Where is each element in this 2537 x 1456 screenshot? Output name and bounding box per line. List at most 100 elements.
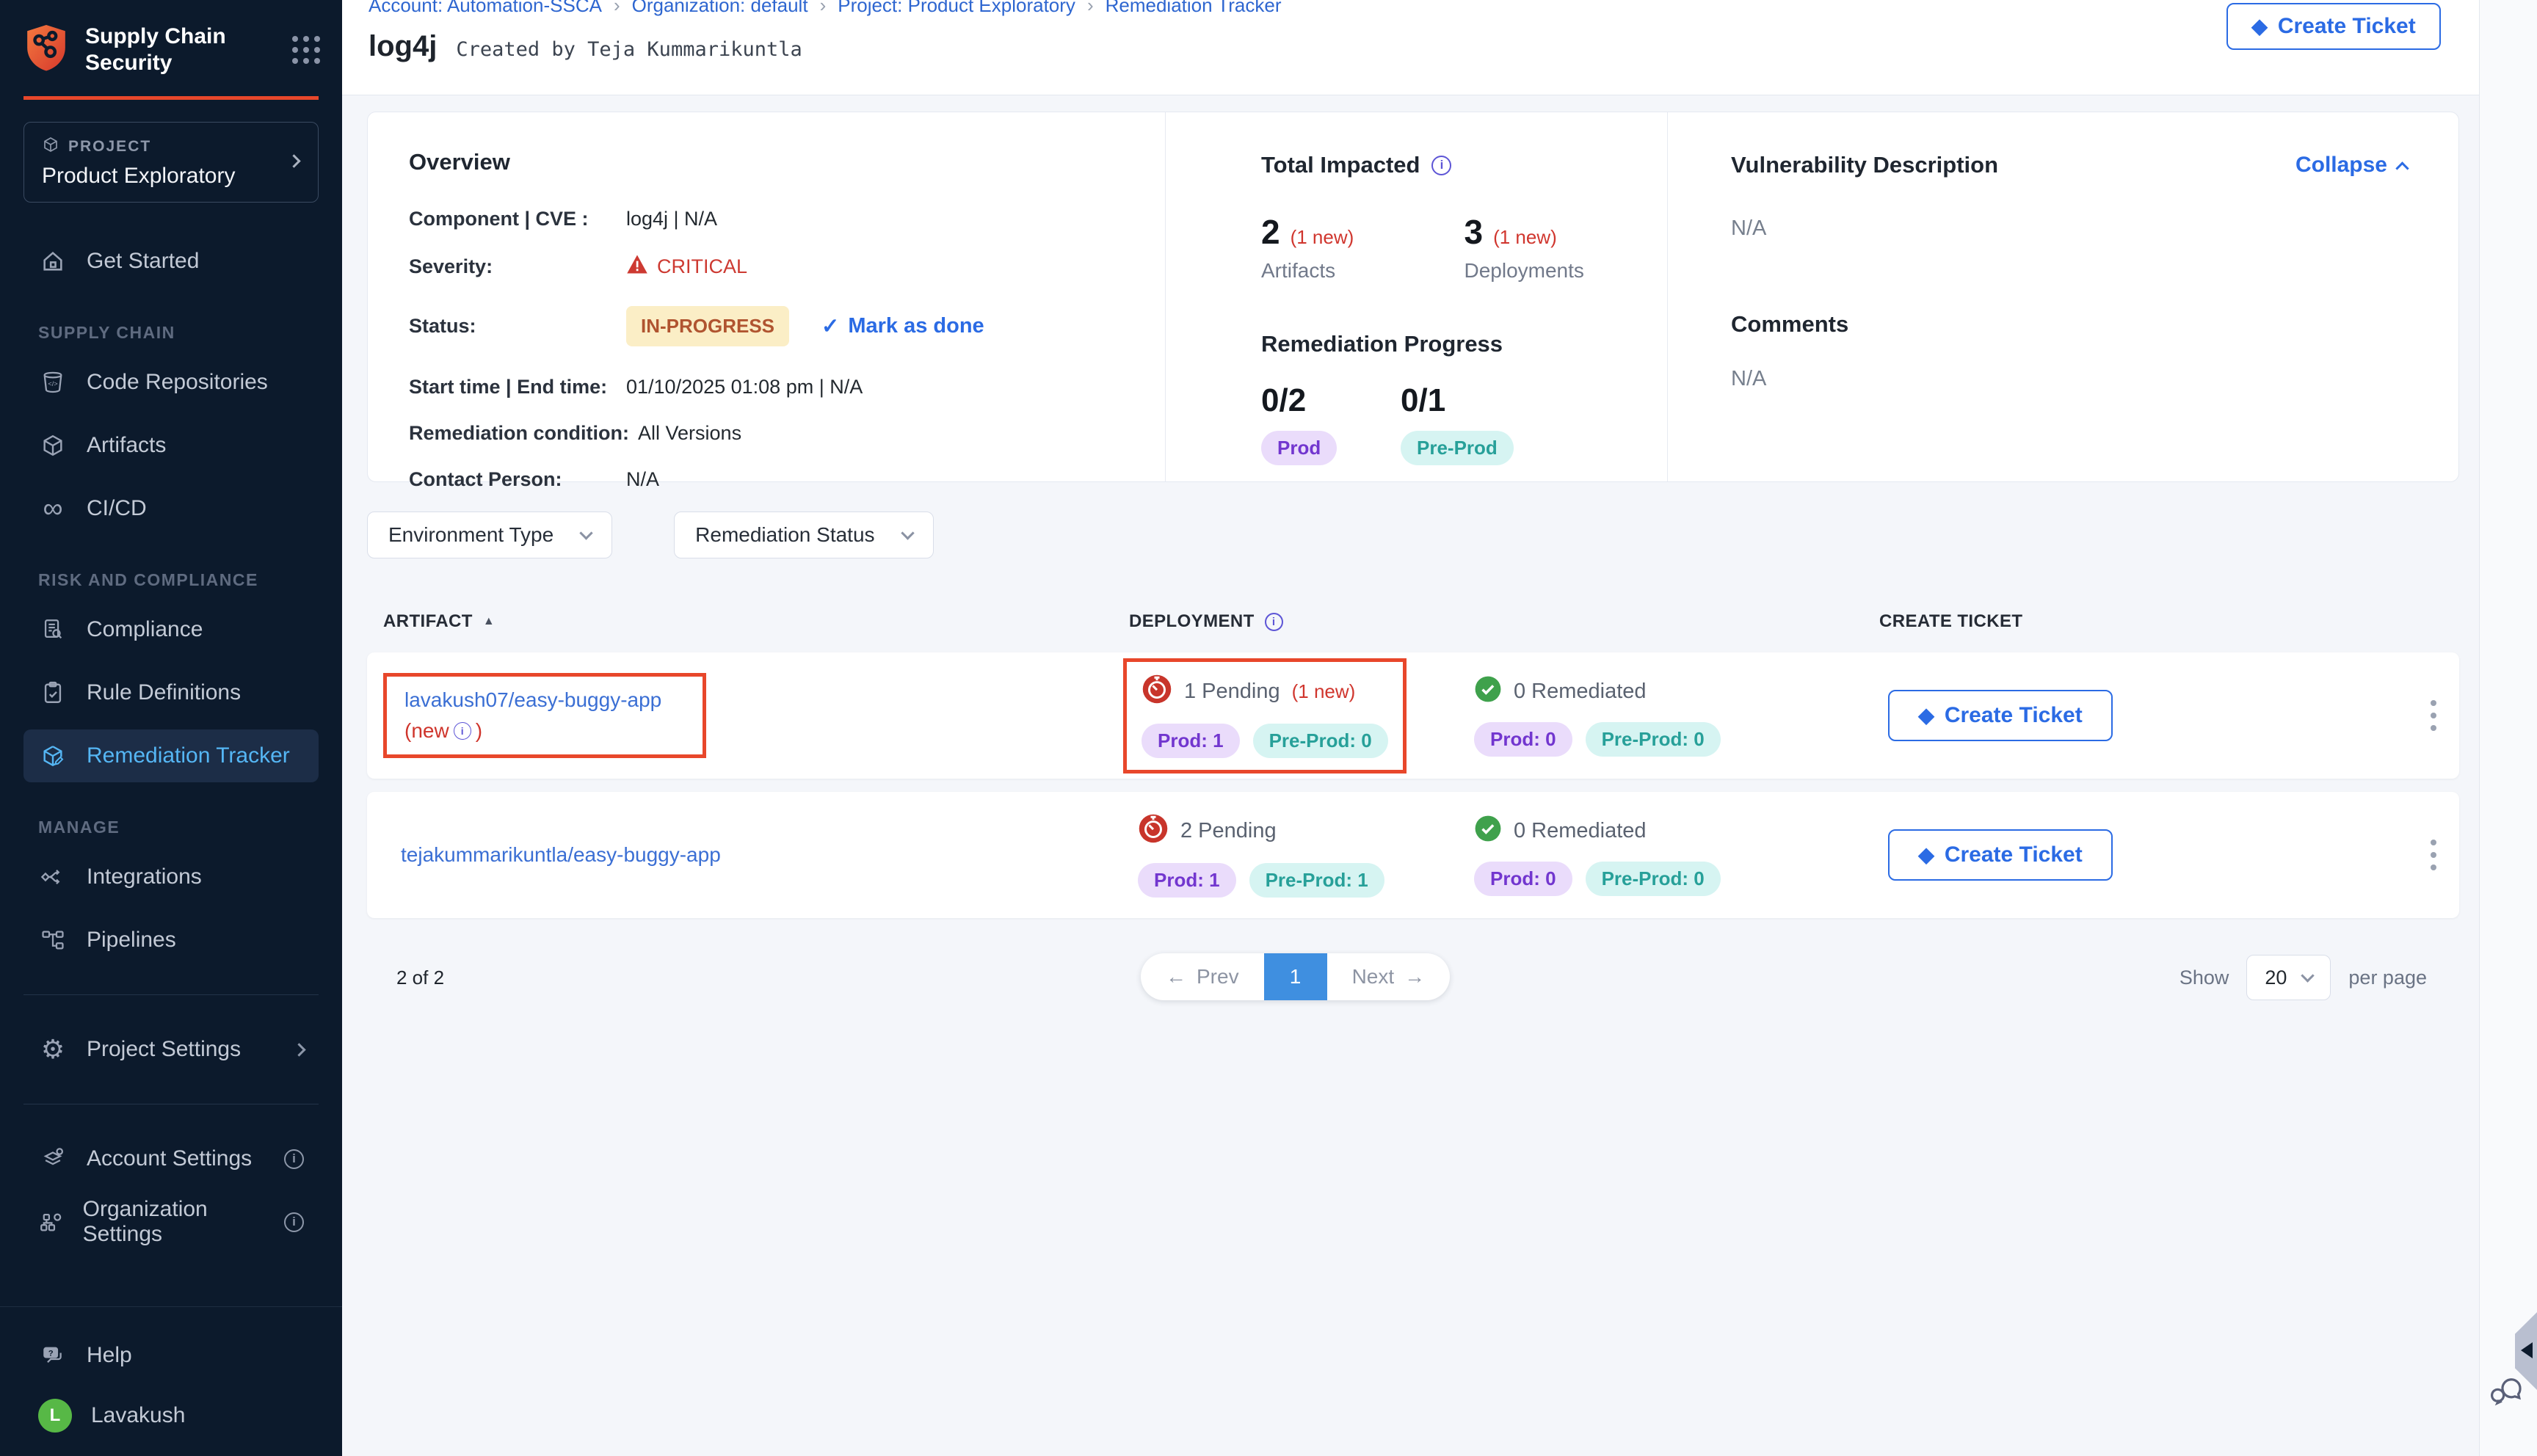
divider [23, 994, 319, 995]
deployment-column-header: DEPLOYMENT [1129, 611, 1255, 632]
artifact-link[interactable]: tejakummarikuntla/easy-buggy-app [401, 843, 721, 867]
sort-ascending-icon[interactable]: ▲ [483, 615, 495, 628]
sidebar-item-remediation-tracker[interactable]: Remediation Tracker [23, 729, 319, 782]
sidebar-item-code-repositories[interactable]: </> Code Repositories [23, 356, 319, 409]
support-chat-icon[interactable] [2490, 1374, 2525, 1413]
section-label-risk-compliance: RISK AND COMPLIANCE [38, 570, 319, 590]
user-menu[interactable]: L Lavakush [23, 1389, 319, 1442]
module-grid-icon[interactable] [292, 36, 320, 64]
info-icon[interactable]: i [454, 722, 471, 740]
overview-section: Overview Component | CVE : log4j | N/A S… [368, 112, 1165, 481]
overview-heading: Overview [409, 149, 1165, 175]
create-ticket-column-header: CREATE TICKET [1879, 611, 2022, 631]
remediation-condition-value: All Versions [638, 422, 741, 445]
project-eyebrow-label: PROJECT [68, 138, 151, 156]
remediated-check-icon [1474, 675, 1502, 709]
pending-clock-icon [1142, 674, 1172, 710]
info-icon[interactable]: i [1431, 156, 1451, 175]
sidebar-nav: Get Started SUPPLY CHAIN </> Code Reposi… [0, 235, 342, 1248]
breadcrumb-separator: › [614, 0, 620, 17]
sidebar-item-cicd[interactable]: ∞ CI/CD [23, 482, 319, 535]
remediation-condition-label: Remediation condition: [409, 422, 629, 445]
sidebar-item-project-settings[interactable]: ⚙ Project Settings [23, 1023, 319, 1076]
prod-count-badge: Prod: 0 [1474, 722, 1572, 757]
info-icon[interactable]: i [1265, 613, 1283, 631]
sidebar-item-pipelines[interactable]: Pipelines [23, 914, 319, 967]
environment-type-filter[interactable]: Environment Type [367, 512, 612, 558]
mark-as-done-button[interactable]: ✓ Mark as done [821, 313, 984, 339]
sidebar-item-help[interactable]: ? Help [23, 1329, 319, 1382]
sidebar-item-label: Organization Settings [83, 1197, 265, 1247]
user-name: Lavakush [91, 1403, 185, 1428]
component-cve-value: log4j | N/A [626, 208, 717, 230]
cube-icon [42, 136, 59, 158]
clipboard-check-icon [38, 680, 68, 705]
row-menu-kebab-icon[interactable] [2423, 693, 2444, 738]
breadcrumb-project[interactable]: Project: Product Exploratory [838, 0, 1075, 17]
preprod-progress: 0/1 Pre-Prod [1401, 382, 1540, 465]
next-page-button[interactable]: Next → [1327, 953, 1451, 1000]
artifact-column-header[interactable]: ARTIFACT [383, 611, 473, 632]
sidebar-item-organization-settings[interactable]: Organization Settings i [23, 1195, 319, 1248]
sidebar-item-get-started[interactable]: Get Started [23, 235, 319, 288]
breadcrumb: Account: Automation-SSCA › Organization:… [369, 0, 2479, 17]
prod-count-badge: Prod: 0 [1474, 862, 1572, 896]
sidebar-item-account-settings[interactable]: Account Settings i [23, 1132, 319, 1185]
info-icon[interactable]: i [284, 1212, 304, 1232]
collapse-button[interactable]: Collapse [2295, 153, 2407, 178]
highlight-box-artifact: lavakush07/easy-buggy-app (new i ) [383, 673, 706, 758]
project-selector[interactable]: PROJECT Product Exploratory [23, 122, 319, 203]
preprod-progress-value: 0/1 [1401, 382, 1540, 419]
artifacts-count: 2 [1261, 212, 1280, 252]
status-badge: IN-PROGRESS [626, 306, 789, 346]
remediated-count: 0 Remediated [1514, 819, 1647, 843]
breadcrumb-separator: › [1087, 0, 1094, 17]
org-chart-gear-icon [38, 1209, 64, 1234]
prod-progress: 0/2 Prod [1261, 382, 1401, 465]
chevron-right-icon [289, 156, 299, 170]
arrow-left-icon: ← [1166, 965, 1186, 989]
sidebar-item-integrations[interactable]: Integrations [23, 851, 319, 903]
overview-card: Overview Component | CVE : log4j | N/A S… [367, 112, 2459, 482]
chevron-right-icon [294, 1045, 304, 1055]
breadcrumb-account[interactable]: Account: Automation-SSCA [369, 0, 602, 17]
pagination-row: 2 of 2 ← Prev 1 Next → Show 20 per page [367, 953, 2459, 1002]
comments-heading: Comments [1731, 311, 2407, 338]
show-label: Show [2180, 967, 2229, 989]
breadcrumb-organization[interactable]: Organization: default [632, 0, 808, 17]
artifact-link[interactable]: lavakush07/easy-buggy-app [404, 688, 661, 712]
sidebar-item-rule-definitions[interactable]: Rule Definitions [23, 666, 319, 719]
current-page-button[interactable]: 1 [1264, 953, 1327, 1000]
artifacts-new-count: (1 new) [1291, 226, 1354, 249]
vulnerability-description-value: N/A [1731, 216, 2407, 241]
create-ticket-button-row[interactable]: ◆ Create Ticket [1888, 829, 2113, 881]
prev-page-button[interactable]: ← Prev [1141, 953, 1264, 1000]
sidebar-item-compliance[interactable]: Compliance [23, 603, 319, 656]
home-icon [38, 249, 68, 274]
sidebar-item-label: Rule Definitions [87, 680, 241, 705]
warning-triangle-icon [626, 254, 648, 280]
preprod-count-badge: Pre-Prod: 0 [1253, 724, 1388, 758]
vulnerability-description-heading: Vulnerability Description [1731, 152, 1998, 178]
pending-count: 2 Pending [1180, 819, 1277, 843]
impacted-artifacts: 2 (1 new) Artifacts [1261, 212, 1465, 283]
sidebar-item-label: Get Started [87, 249, 199, 274]
environment-type-label: Environment Type [388, 523, 554, 547]
app-title: Supply Chain Security [85, 23, 276, 76]
info-icon[interactable]: i [284, 1149, 304, 1169]
page-size-select[interactable]: 20 [2246, 955, 2331, 1000]
remediation-status-filter[interactable]: Remediation Status [674, 512, 933, 558]
right-gutter [2479, 0, 2537, 1456]
create-ticket-button-row[interactable]: ◆ Create Ticket [1888, 690, 2113, 741]
total-impacted-heading: Total Impacted [1261, 152, 1420, 178]
row-menu-kebab-icon[interactable] [2423, 832, 2444, 878]
create-ticket-button-header[interactable]: ◆ Create Ticket [2226, 3, 2441, 50]
breadcrumb-remediation-tracker[interactable]: Remediation Tracker [1106, 0, 1282, 17]
sidebar-item-artifacts[interactable]: Artifacts [23, 419, 319, 472]
diamond-icon: ◆ [2251, 16, 2268, 37]
sidebar-item-label: Compliance [87, 617, 203, 642]
prod-progress-value: 0/2 [1261, 382, 1401, 419]
filters-row: Environment Type Remediation Status [367, 512, 2479, 558]
brand-accent-divider [23, 96, 319, 100]
details-section: Vulnerability Description Collapse N/A C… [1667, 112, 2458, 481]
